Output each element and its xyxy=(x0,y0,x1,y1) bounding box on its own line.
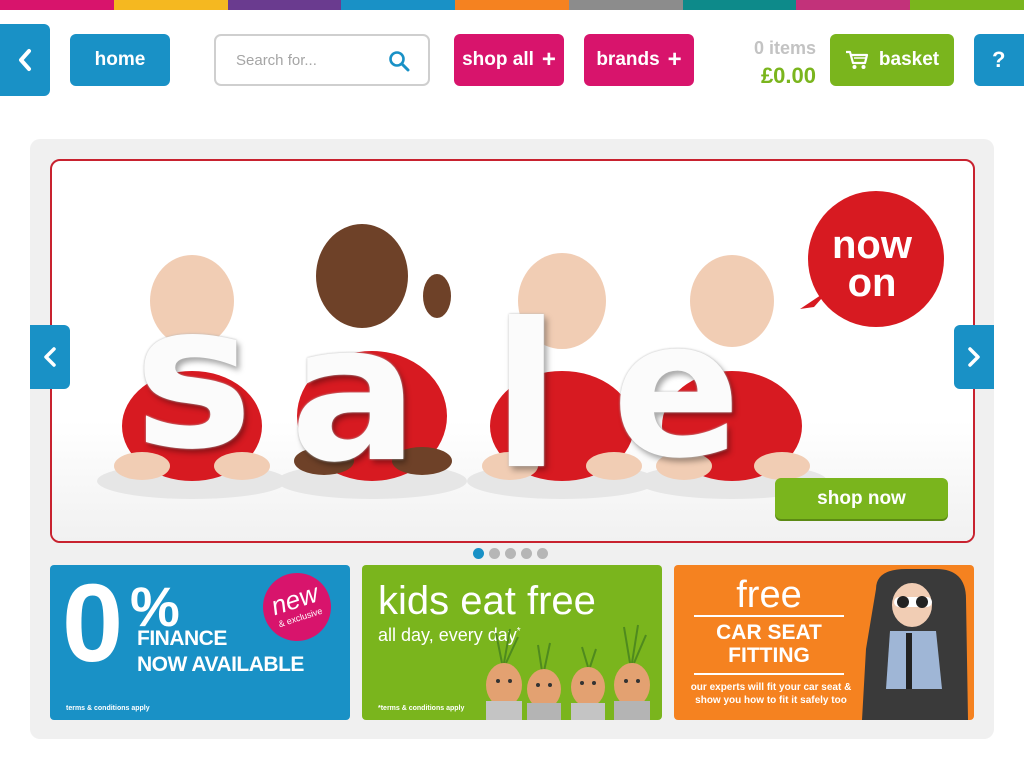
shop-all-button[interactable]: shop all + xyxy=(454,34,564,86)
car-line1: CAR SEAT xyxy=(716,621,822,644)
plus-icon: + xyxy=(667,46,682,73)
car-divider xyxy=(694,673,844,675)
sale-letter: a xyxy=(290,283,419,504)
carousel-dots xyxy=(473,548,548,559)
egg-heads-illustration xyxy=(486,624,650,720)
promo-kids-eat-free[interactable]: kids eat free all day, every day* *terms… xyxy=(362,565,662,720)
shop-now-label: shop now xyxy=(817,487,906,509)
sale-letter: s xyxy=(134,261,254,494)
stripe-segment xyxy=(910,0,1024,10)
carousel-dot[interactable] xyxy=(521,548,532,559)
shop-all-label: shop all xyxy=(462,49,534,70)
shop-now-button[interactable]: shop now xyxy=(775,478,948,519)
stripe-segment xyxy=(0,0,114,10)
finance-line2: NOW AVAILABLE xyxy=(137,653,304,676)
kids-title: kids eat free xyxy=(378,579,596,623)
sale-letter: e xyxy=(612,279,741,500)
help-label: ? xyxy=(992,47,1006,72)
car-seat-illustration xyxy=(862,569,968,720)
finance-terms: terms & conditions apply xyxy=(66,705,150,712)
finance-line1: FINANCE xyxy=(137,627,227,650)
home-label: home xyxy=(94,49,146,70)
car-divider xyxy=(694,615,844,617)
car-description: our experts will fit your car seat & sho… xyxy=(690,682,852,706)
basket-item-count: 0 items xyxy=(753,38,816,58)
stripe-segment xyxy=(568,0,683,10)
stripe-segment xyxy=(227,0,342,10)
basket-summary[interactable]: 0 items £0.00 xyxy=(732,38,816,89)
carousel-dot[interactable] xyxy=(489,548,500,559)
chevron-left-icon xyxy=(19,49,31,71)
car-free-title: free xyxy=(736,574,802,616)
brands-label: brands xyxy=(596,49,660,70)
now-on-badge-text: now on xyxy=(800,223,944,305)
search-input[interactable] xyxy=(236,48,386,72)
stripe-segment xyxy=(455,0,569,10)
kids-terms: *terms & conditions apply xyxy=(378,705,465,712)
stripe-segment xyxy=(796,0,911,10)
carousel-dot[interactable] xyxy=(505,548,516,559)
plus-icon: + xyxy=(541,46,556,73)
finance-zero: 0 xyxy=(62,565,124,685)
basket-button[interactable]: basket xyxy=(830,34,954,86)
now-on-line1: now xyxy=(832,223,912,267)
brands-button[interactable]: brands + xyxy=(584,34,694,86)
sale-letter: l xyxy=(492,281,561,514)
car-line2: FITTING xyxy=(728,644,810,667)
stripe-segment xyxy=(682,0,797,10)
basket-label: basket xyxy=(878,49,940,70)
stripe-segment xyxy=(113,0,228,10)
chevron-left-icon xyxy=(44,347,56,367)
promo-finance[interactable]: 0 % FINANCE NOW AVAILABLE new & exclusiv… xyxy=(50,565,350,720)
back-button[interactable] xyxy=(0,24,50,96)
promo-car-seat-fitting[interactable]: free CAR SEAT FITTING our experts will f… xyxy=(674,565,974,720)
search-icon[interactable] xyxy=(388,50,410,72)
now-on-line2: on xyxy=(847,261,897,305)
help-button[interactable]: ? xyxy=(974,34,1024,86)
stripe-segment xyxy=(341,0,456,10)
carousel-next-button[interactable] xyxy=(954,325,994,389)
carousel-dot[interactable] xyxy=(473,548,484,559)
shopping-cart-icon xyxy=(845,50,868,69)
top-color-stripe xyxy=(0,0,1024,10)
basket-total: £0.00 xyxy=(760,63,816,88)
new-exclusive-badge: new & exclusive xyxy=(254,565,340,650)
home-button[interactable]: home xyxy=(70,34,170,86)
search-box[interactable] xyxy=(214,34,430,86)
carousel-prev-button[interactable] xyxy=(30,325,70,389)
chevron-right-icon xyxy=(968,347,980,367)
carousel-dot[interactable] xyxy=(537,548,548,559)
